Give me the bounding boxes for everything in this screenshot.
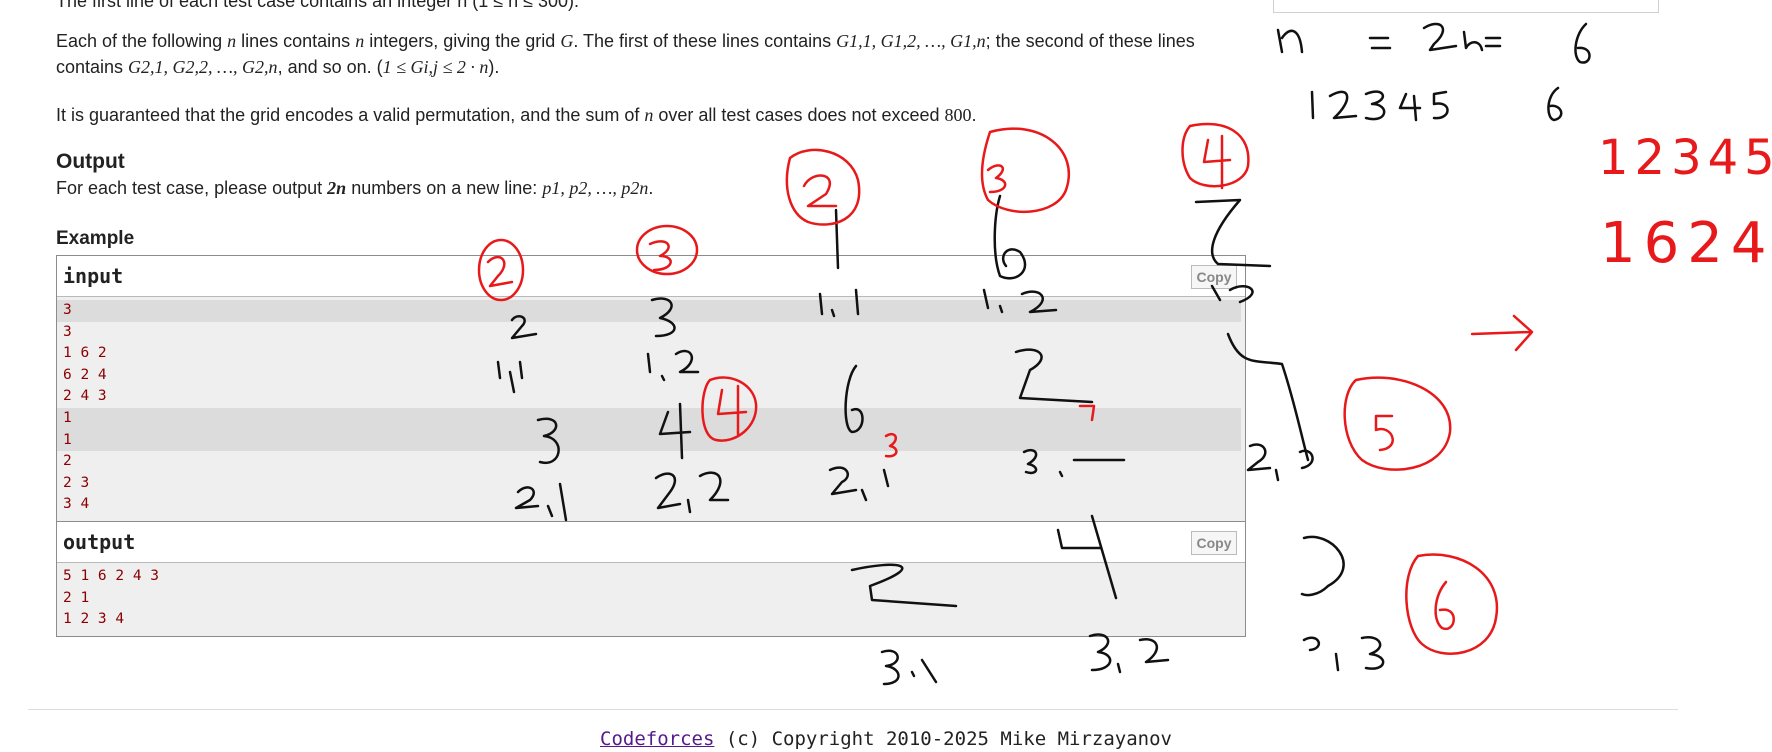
sample-line: 2 1 <box>63 589 90 606</box>
guarantee-note: It is guaranteed that the grid encodes a… <box>56 102 1236 128</box>
sidebar-box-edge <box>1273 0 1659 13</box>
text-fragment: lines contains <box>236 31 356 51</box>
sample-output-content[interactable]: 5 1 6 2 4 3 2 1 1 2 3 4 <box>57 563 1245 636</box>
math-n: n <box>227 31 237 51</box>
sample-input-content[interactable]: 331 6 26 2 42 4 31122 33 4 <box>57 297 1245 521</box>
text-fragment: , and so on. ( <box>277 57 383 77</box>
copy-input-button[interactable]: Copy <box>1191 265 1237 289</box>
ink-letter <box>1462 30 1484 52</box>
ink-number-row <box>1310 86 1563 122</box>
red-circle-four <box>1181 122 1250 188</box>
grid-description-text: Each of the following n lines contains n… <box>56 28 1236 80</box>
output-description: For each test case, please output 2n num… <box>56 178 653 199</box>
input-constraint-text: The first line of each test case contain… <box>56 0 580 11</box>
sample-input-title: input <box>63 264 124 288</box>
sample-line: 3 4 <box>63 496 90 513</box>
sample-input-header: input Copy <box>57 256 1245 297</box>
math-cell-constraint: 1 ≤ Gi,j ≤ 2 · n <box>382 57 489 77</box>
ink-five <box>1300 535 1345 597</box>
sample-line: 3 <box>63 323 72 340</box>
red-four <box>1202 134 1232 190</box>
text-fragment: . <box>971 105 977 125</box>
footer: Codeforces (c) Copyright 2010-2025 Mike … <box>0 728 1772 750</box>
red-five <box>1374 414 1394 452</box>
math-count: 2n <box>327 178 347 198</box>
math-sequence: p1, p2, …, p2n <box>542 178 649 198</box>
output-heading: Output <box>56 150 125 173</box>
sample-line: 1 <box>57 429 1241 452</box>
text-fragment: Each of the following <box>56 31 228 51</box>
ink-six <box>1574 22 1591 64</box>
grid-description: Each of the following n lines contains n… <box>56 28 1236 80</box>
copyright-text: (c) Copyright 2010-2025 Mike Mirzayanov <box>714 728 1172 750</box>
codeforces-link[interactable]: Codeforces <box>600 728 714 750</box>
copy-output-button[interactable]: Copy <box>1191 531 1237 555</box>
sample-output-title: output <box>63 530 136 554</box>
sample-line: 2 3 <box>63 474 90 491</box>
sample-output-box: output Copy 5 1 6 2 4 3 2 1 1 2 3 4 <box>56 521 1246 637</box>
sample-line: 1 6 2 <box>63 345 107 362</box>
ink-two <box>1422 22 1458 52</box>
text-fragment: . <box>648 178 654 198</box>
ink-two-three <box>1246 443 1314 482</box>
red-six <box>1434 580 1455 631</box>
red-circle-six <box>1405 553 1499 655</box>
sample-line: 1 2 3 4 <box>63 611 125 628</box>
red-circle-five <box>1343 376 1452 471</box>
text-fragment: over all test cases does not exceed <box>653 105 945 125</box>
ink-three-one <box>880 649 938 686</box>
math-row-2: G2,1, G2,2, …, G2,n <box>128 57 278 77</box>
math-row-1: G1,1, G1,2, …, G1,n <box>836 31 986 51</box>
guarantee-text: It is guaranteed that the grid encodes a… <box>56 102 1236 128</box>
ink-letter <box>1276 28 1304 54</box>
text-fragment: integers, giving the grid <box>364 31 561 51</box>
text-fragment: ). <box>488 57 500 77</box>
example-heading: Example <box>56 228 135 249</box>
sample-line: 2 4 3 <box>63 388 107 405</box>
input-constraint-line: The first line of each test case contain… <box>56 0 579 12</box>
text-fragment: numbers on a new line: <box>346 178 543 198</box>
ink-three-three <box>1302 636 1385 672</box>
red-circle-two-b <box>785 148 861 226</box>
footer-divider <box>28 709 1678 710</box>
sample-line: 2 <box>63 453 72 470</box>
red-circle-three-b <box>980 127 1071 214</box>
math-limit: 800 <box>944 105 972 125</box>
sample-line: 6 2 4 <box>63 366 107 383</box>
ink-three-two <box>1088 633 1170 674</box>
ink-equals <box>1484 36 1502 48</box>
red-three-b <box>986 164 1007 194</box>
sample-line: 1 <box>57 407 1241 430</box>
ink-equals <box>1368 36 1392 50</box>
red-sequence-2: 16243 <box>1600 211 1772 276</box>
red-sequence-1: 123456 <box>1598 130 1772 186</box>
text-fragment: . The first of these lines contains <box>573 31 837 51</box>
sample-input-box: input Copy 331 6 26 2 42 4 31122 33 4 <box>56 255 1246 522</box>
text-fragment: For each test case, please output <box>56 178 328 198</box>
text-fragment: It is guaranteed that the grid encodes a… <box>56 105 645 125</box>
math-n: n <box>355 31 365 51</box>
sample-line: 3 <box>57 300 1241 322</box>
math-grid-symbol: G <box>560 31 574 51</box>
red-arrow-icon <box>1470 314 1534 352</box>
sample-line: 5 1 6 2 4 3 <box>63 568 160 584</box>
problem-page: { "statement": { "top_line": "The first … <box>0 0 1772 752</box>
red-two-b <box>802 174 838 208</box>
sample-output-header: output Copy <box>57 522 1245 563</box>
